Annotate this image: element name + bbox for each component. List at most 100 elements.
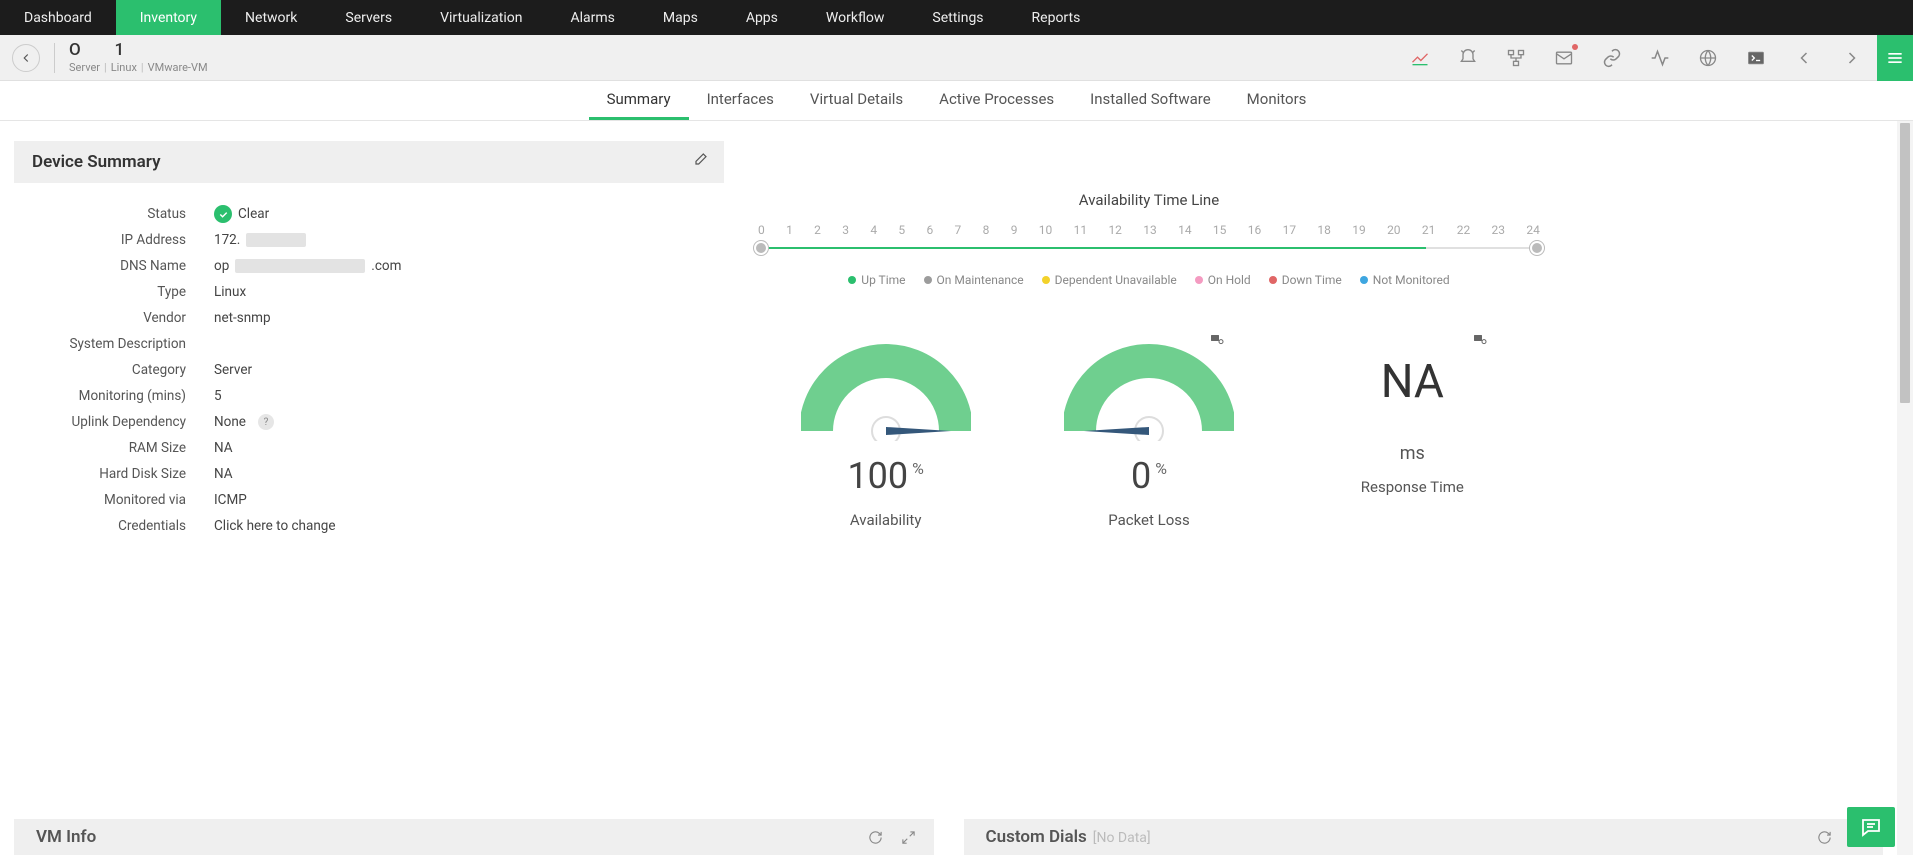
nav-workflow[interactable]: Workflow bbox=[802, 0, 909, 35]
tick: 12 bbox=[1108, 223, 1122, 237]
responsetime-gauge: NA ms Response Time bbox=[1312, 341, 1512, 529]
nav-reports[interactable]: Reports bbox=[1008, 0, 1105, 35]
globe-icon[interactable] bbox=[1697, 47, 1719, 69]
refresh-icon[interactable] bbox=[868, 830, 883, 845]
responsetime-settings-icon[interactable] bbox=[1472, 331, 1488, 351]
gauge-row: 100% Availability 0% Packet Loss NA ms R… bbox=[754, 341, 1544, 529]
mail-icon[interactable] bbox=[1553, 47, 1575, 69]
legend-label: On Hold bbox=[1208, 273, 1251, 287]
status-value: Clear bbox=[238, 206, 269, 222]
packetloss-unit: % bbox=[1155, 459, 1167, 478]
cred-label: Credentials bbox=[14, 518, 214, 534]
vm-info-title: VM Info bbox=[36, 827, 96, 847]
responsetime-label: Response Time bbox=[1361, 478, 1464, 496]
nav-maps[interactable]: Maps bbox=[639, 0, 722, 35]
timeline-slider[interactable] bbox=[754, 241, 1544, 255]
status-check-icon bbox=[214, 205, 232, 223]
hdd-label: Hard Disk Size bbox=[14, 466, 214, 482]
legend-label: Down Time bbox=[1282, 273, 1342, 287]
expand-icon[interactable] bbox=[901, 830, 916, 845]
link-icon[interactable] bbox=[1601, 47, 1623, 69]
responsetime-unit: ms bbox=[1400, 443, 1425, 464]
device-breadcrumb: Server|Linux|VMware-VM bbox=[69, 62, 208, 74]
tick: 23 bbox=[1492, 223, 1506, 237]
packetloss-settings-icon[interactable] bbox=[1209, 331, 1225, 351]
chart-icon[interactable] bbox=[1409, 47, 1431, 69]
prev-icon[interactable] bbox=[1793, 47, 1815, 69]
device-title: O 1 bbox=[69, 41, 208, 60]
ip-value: 172. bbox=[214, 232, 240, 248]
type-label: Type bbox=[14, 284, 214, 300]
nav-network[interactable]: Network bbox=[221, 0, 321, 35]
help-icon[interactable]: ? bbox=[258, 414, 274, 430]
nav-servers[interactable]: Servers bbox=[321, 0, 416, 35]
tab-monitors[interactable]: Monitors bbox=[1229, 81, 1325, 120]
ram-label: RAM Size bbox=[14, 440, 214, 456]
edit-icon[interactable] bbox=[692, 152, 708, 172]
availability-value: 100 bbox=[847, 455, 908, 497]
legend-label: On Maintenance bbox=[937, 273, 1024, 287]
vendor-label: Vendor bbox=[14, 310, 214, 326]
tick: 22 bbox=[1457, 223, 1471, 237]
tick: 24 bbox=[1526, 223, 1540, 237]
divider bbox=[54, 43, 55, 73]
chat-button[interactable] bbox=[1847, 807, 1895, 847]
content-area: Device Summary StatusClear IP Address172… bbox=[0, 121, 1913, 855]
monvia-value: ICMP bbox=[214, 492, 247, 508]
nav-inventory[interactable]: Inventory bbox=[116, 0, 221, 35]
nav-alarms[interactable]: Alarms bbox=[546, 0, 638, 35]
nav-apps[interactable]: Apps bbox=[722, 0, 802, 35]
terminal-icon[interactable] bbox=[1745, 47, 1767, 69]
back-button[interactable] bbox=[12, 44, 40, 72]
scrollbar[interactable] bbox=[1897, 121, 1913, 855]
timeline-legend: Up TimeOn MaintenanceDependent Unavailab… bbox=[754, 273, 1544, 287]
nav-virtualization[interactable]: Virtualization bbox=[416, 0, 546, 35]
dns-suffix: .com bbox=[371, 258, 401, 274]
legend-label: Dependent Unavailable bbox=[1055, 273, 1177, 287]
vm-info-panel-header: VM Info bbox=[14, 819, 934, 855]
legend-label: Not Monitored bbox=[1373, 273, 1450, 287]
nodata-label: [No Data] bbox=[1093, 830, 1151, 846]
tick: 17 bbox=[1283, 223, 1297, 237]
tick: 10 bbox=[1039, 223, 1053, 237]
legend-dot bbox=[1042, 276, 1050, 284]
type-value: Linux bbox=[214, 284, 246, 300]
scrollbar-thumb[interactable] bbox=[1900, 123, 1910, 403]
legend-dot bbox=[848, 276, 856, 284]
menu-button[interactable] bbox=[1877, 35, 1913, 81]
monitoring-label: Monitoring (mins) bbox=[14, 388, 214, 404]
tick: 19 bbox=[1352, 223, 1366, 237]
tick: 1 bbox=[786, 223, 793, 237]
tab-virtual-details[interactable]: Virtual Details bbox=[792, 81, 921, 120]
uplink-label: Uplink Dependency bbox=[14, 414, 214, 430]
tick: 5 bbox=[898, 223, 905, 237]
tab-installed-software[interactable]: Installed Software bbox=[1072, 81, 1229, 120]
credentials-link[interactable]: Click here to change bbox=[214, 518, 336, 534]
tick: 2 bbox=[814, 223, 821, 237]
tab-summary[interactable]: Summary bbox=[589, 81, 689, 120]
nav-settings[interactable]: Settings bbox=[908, 0, 1007, 35]
timeline-ticks: 0123456789101112131415161718192021222324 bbox=[754, 223, 1544, 237]
nav-dashboard[interactable]: Dashboard bbox=[0, 0, 116, 35]
tick: 0 bbox=[758, 223, 765, 237]
tab-interfaces[interactable]: Interfaces bbox=[689, 81, 792, 120]
header-icon-bar bbox=[1409, 35, 1863, 80]
dns-redacted bbox=[235, 259, 365, 273]
tick: 9 bbox=[1011, 223, 1018, 237]
legend-item: Dependent Unavailable bbox=[1042, 273, 1177, 287]
ip-label: IP Address bbox=[14, 232, 214, 248]
device-header: O 1 Server|Linux|VMware-VM bbox=[0, 35, 1913, 81]
tab-active-processes[interactable]: Active Processes bbox=[921, 81, 1072, 120]
ram-value: NA bbox=[214, 440, 233, 456]
slider-handle-left[interactable] bbox=[754, 241, 768, 255]
refresh-icon[interactable] bbox=[1817, 830, 1832, 845]
legend-item: Down Time bbox=[1269, 273, 1342, 287]
topology-icon[interactable] bbox=[1505, 47, 1527, 69]
tick: 18 bbox=[1317, 223, 1331, 237]
packetloss-label: Packet Loss bbox=[1108, 511, 1190, 529]
slider-handle-right[interactable] bbox=[1530, 241, 1544, 255]
bell-icon[interactable] bbox=[1457, 47, 1479, 69]
activity-icon[interactable] bbox=[1649, 47, 1671, 69]
next-icon[interactable] bbox=[1841, 47, 1863, 69]
legend-dot bbox=[924, 276, 932, 284]
